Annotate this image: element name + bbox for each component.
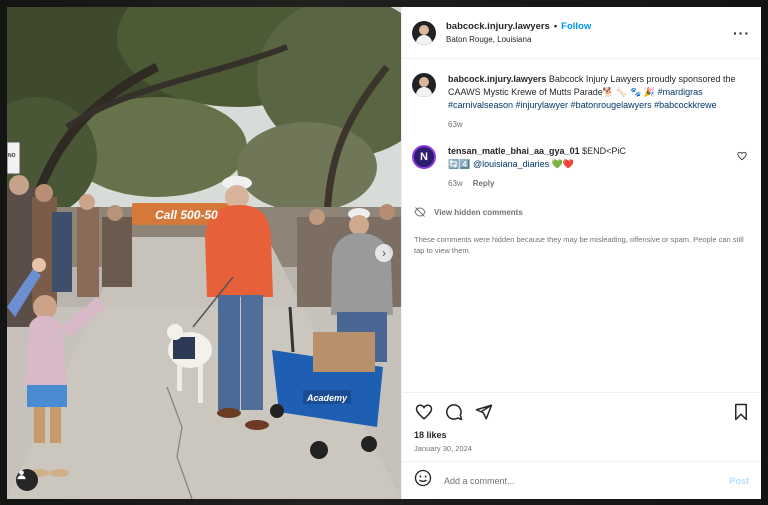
separator: • [553,21,558,32]
comment-icon [446,403,463,420]
next-photo-button[interactable]: › [375,244,393,262]
emoji-button[interactable] [414,469,432,492]
more-horizontal-icon: ··· [733,24,750,41]
author-username[interactable]: babcock.injury.lawyers [446,21,550,32]
caption-username[interactable]: babcock.injury.lawyers [448,74,546,84]
comment-time: 63w [448,179,463,188]
parade-photo: Call 500-50 Academy NO [7,7,401,499]
post-actions [402,392,761,430]
send-icon [475,404,493,419]
more-options-button[interactable]: ··· [733,25,749,41]
post-side-panel: babcock.injury.lawyers • Follow Baton Ro… [401,7,761,499]
caption: babcock.injury.lawyers Babcock Injury La… [412,73,749,131]
post-modal: Call 500-50 Academy NO › babcock.injury.la… [7,7,761,499]
view-hidden-comments-label: View hidden comments [434,207,523,217]
banner-text: Call 500-50 [155,208,218,222]
comment-text-start: $END<PiC [582,146,626,156]
commenter-username[interactable]: tensan_matle_bhai_aa_gya_01 [448,146,580,156]
save-button[interactable] [731,402,751,422]
tagged-users-button[interactable] [16,469,38,491]
follow-button[interactable]: Follow [561,21,591,32]
comment-like-button[interactable] [737,151,749,190]
hidden-comments-note: These comments were hidden because they … [414,235,744,255]
view-hidden-comments-button[interactable]: View hidden comments [414,206,749,218]
comment-text-end: 💚❤️ [551,159,575,169]
caption-time: 63w [448,120,463,129]
post-header: babcock.injury.lawyers • Follow Baton Ro… [402,7,761,59]
post-date: January 30, 2024 [414,444,472,453]
post-comment-button[interactable]: Post [729,476,749,486]
comment-text-mid: 🔄4️⃣ [448,159,471,169]
commenter-avatar[interactable]: N [412,145,436,169]
like-button[interactable] [414,402,434,422]
comment-mention[interactable]: @louisiana_diaries [473,159,549,169]
post-photo[interactable]: Call 500-50 Academy NO › [7,7,401,499]
chevron-right-icon: › [382,246,386,260]
heart-outline-icon [737,151,747,161]
wagon-brand-text: Academy [306,393,348,403]
commenter-avatar-letter: N [420,151,428,163]
comments-section: babcock.injury.lawyers Babcock Injury La… [402,59,761,392]
user-tag-icon [17,470,26,480]
author-avatar[interactable] [412,20,436,45]
bookmark-icon [735,403,747,420]
eye-off-icon [414,207,426,217]
share-button[interactable] [474,402,494,422]
comment-composer: Post [402,461,761,499]
emoji-icon [414,469,432,487]
comment-input[interactable] [444,475,730,486]
caption-avatar[interactable] [412,73,436,97]
street-sign-text: NO [8,153,16,159]
likes-count[interactable]: 18 likes [402,430,761,440]
reply-button[interactable]: Reply [473,177,495,190]
heart-icon [415,403,433,420]
comment-item: N tensan_matle_bhai_aa_gya_01 $END<PiC 🔄… [412,145,749,190]
comment-button[interactable] [444,402,464,422]
post-location[interactable]: Baton Rouge, Louisiana [446,35,733,44]
